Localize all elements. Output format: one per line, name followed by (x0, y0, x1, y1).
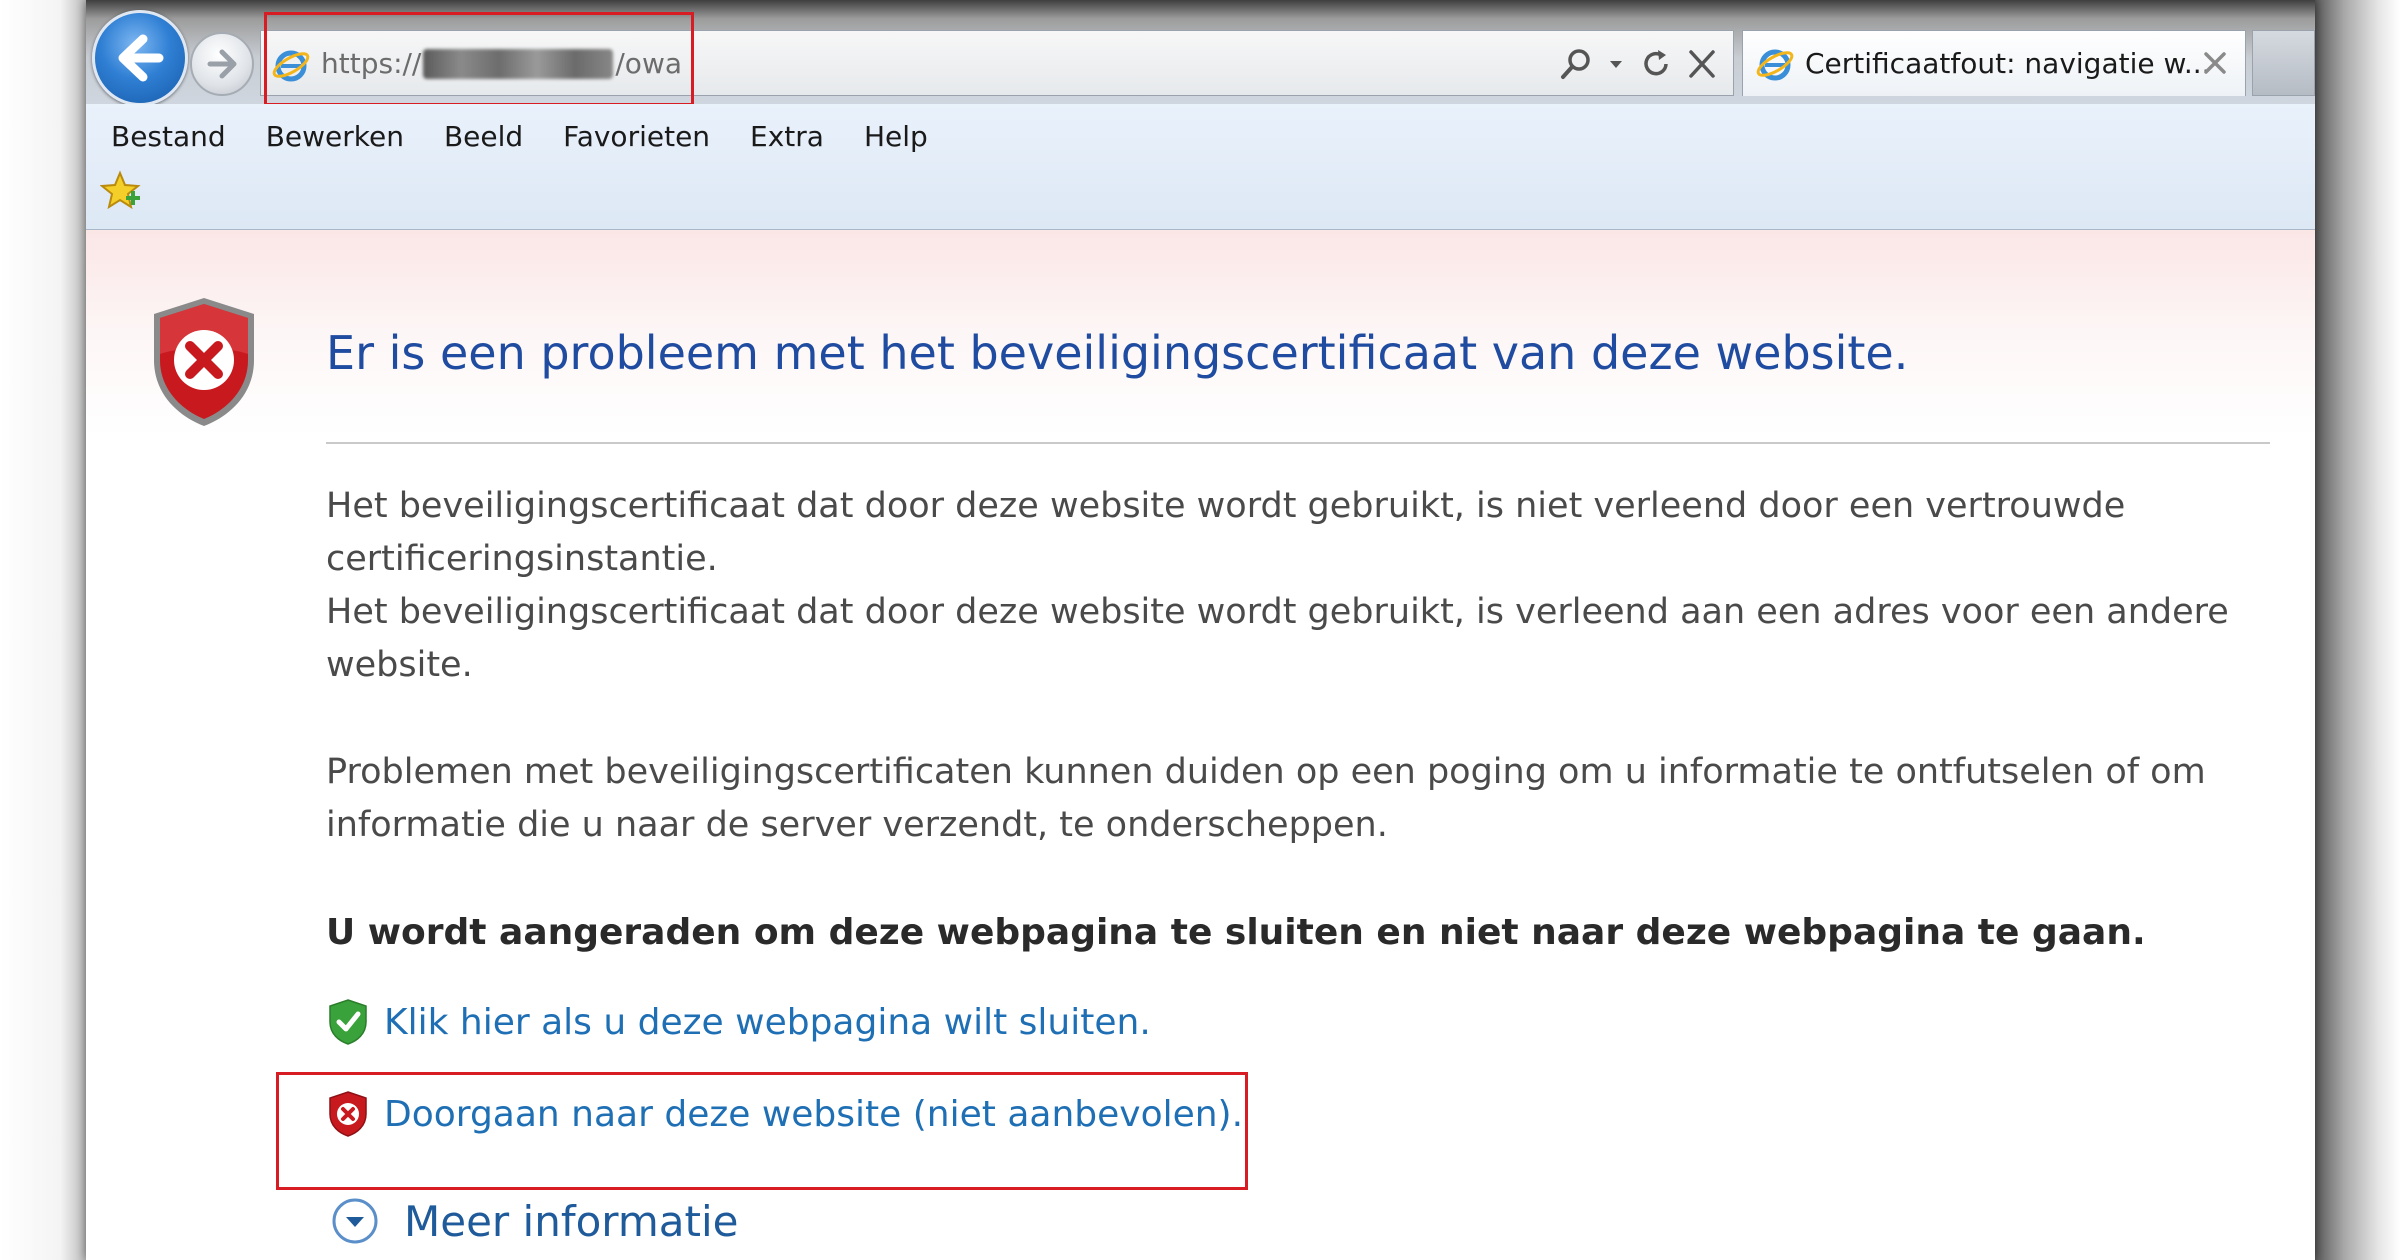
arrow-left-icon (118, 34, 164, 82)
more-information-link[interactable]: Meer informatie (404, 1197, 738, 1246)
paragraph-untrusted-issuer: Het beveiligingscertificaat dat door dez… (326, 486, 2126, 579)
chevron-down-circle-icon (332, 1198, 378, 1244)
menu-item-beeld[interactable]: Beeld (444, 120, 523, 153)
background-right (2315, 0, 2400, 1260)
shield-check-icon (329, 999, 367, 1045)
paragraph-name-mismatch: Het beveiligingscertificaat dat door dez… (326, 592, 2229, 685)
menu-item-bewerken[interactable]: Bewerken (266, 120, 404, 153)
more-information-row[interactable]: Meer informatie (330, 1196, 738, 1246)
chevron-down-icon[interactable] (1607, 47, 1625, 81)
internet-explorer-icon (1756, 49, 1794, 81)
paragraph-risk: Problemen met beveiligingscertificaten k… (326, 752, 2206, 845)
shield-error-icon (329, 1091, 367, 1137)
certificate-error-page: Er is een probleem met het beveiligingsc… (86, 230, 2315, 1260)
close-page-row[interactable]: Klik hier als u deze webpagina wilt slui… (326, 998, 1151, 1046)
shield-error-icon (154, 298, 254, 426)
new-tab-button[interactable] (2252, 30, 2315, 96)
title-divider (326, 442, 2270, 444)
menu-bar: Bestand Bewerken Beeld Favorieten Extra … (86, 104, 2315, 230)
stop-icon[interactable] (1687, 47, 1717, 81)
favorites-star-icon[interactable] (100, 170, 144, 214)
page-title: Er is een probleem met het beveiligingsc… (326, 326, 1909, 380)
menu-item-favorieten[interactable]: Favorieten (563, 120, 710, 153)
search-icon[interactable] (1559, 47, 1593, 81)
address-tab-bar: https:// /owa Certificaatfout: navigatie… (86, 0, 2315, 106)
arrow-right-icon (207, 49, 237, 79)
tab-certificate-error[interactable]: Certificaatfout: navigatie w... (1742, 30, 2246, 96)
address-actions (1559, 39, 1717, 89)
tab-title: Certificaatfout: navigatie w... (1805, 47, 2211, 80)
refresh-icon[interactable] (1639, 47, 1673, 81)
menu-item-extra[interactable]: Extra (750, 120, 824, 153)
back-button[interactable] (92, 10, 188, 106)
background-left (0, 0, 86, 1260)
menu: Bestand Bewerken Beeld Favorieten Extra … (111, 114, 968, 158)
continue-to-website-link[interactable]: Doorgaan naar deze website (niet aanbevo… (384, 1094, 1243, 1135)
recommendation-text: U wordt aangeraden om deze webpagina te … (326, 912, 2146, 953)
menu-item-help[interactable]: Help (864, 120, 928, 153)
address-highlight-box (264, 12, 694, 106)
browser-window: https:// /owa Certificaatfout: navigatie… (86, 0, 2315, 1260)
forward-button[interactable] (190, 32, 254, 96)
menu-item-bestand[interactable]: Bestand (111, 120, 226, 153)
close-page-link[interactable]: Klik hier als u deze webpagina wilt slui… (384, 1002, 1151, 1043)
continue-row[interactable]: Doorgaan naar deze website (niet aanbevo… (326, 1090, 1243, 1138)
close-icon[interactable] (2197, 45, 2233, 81)
